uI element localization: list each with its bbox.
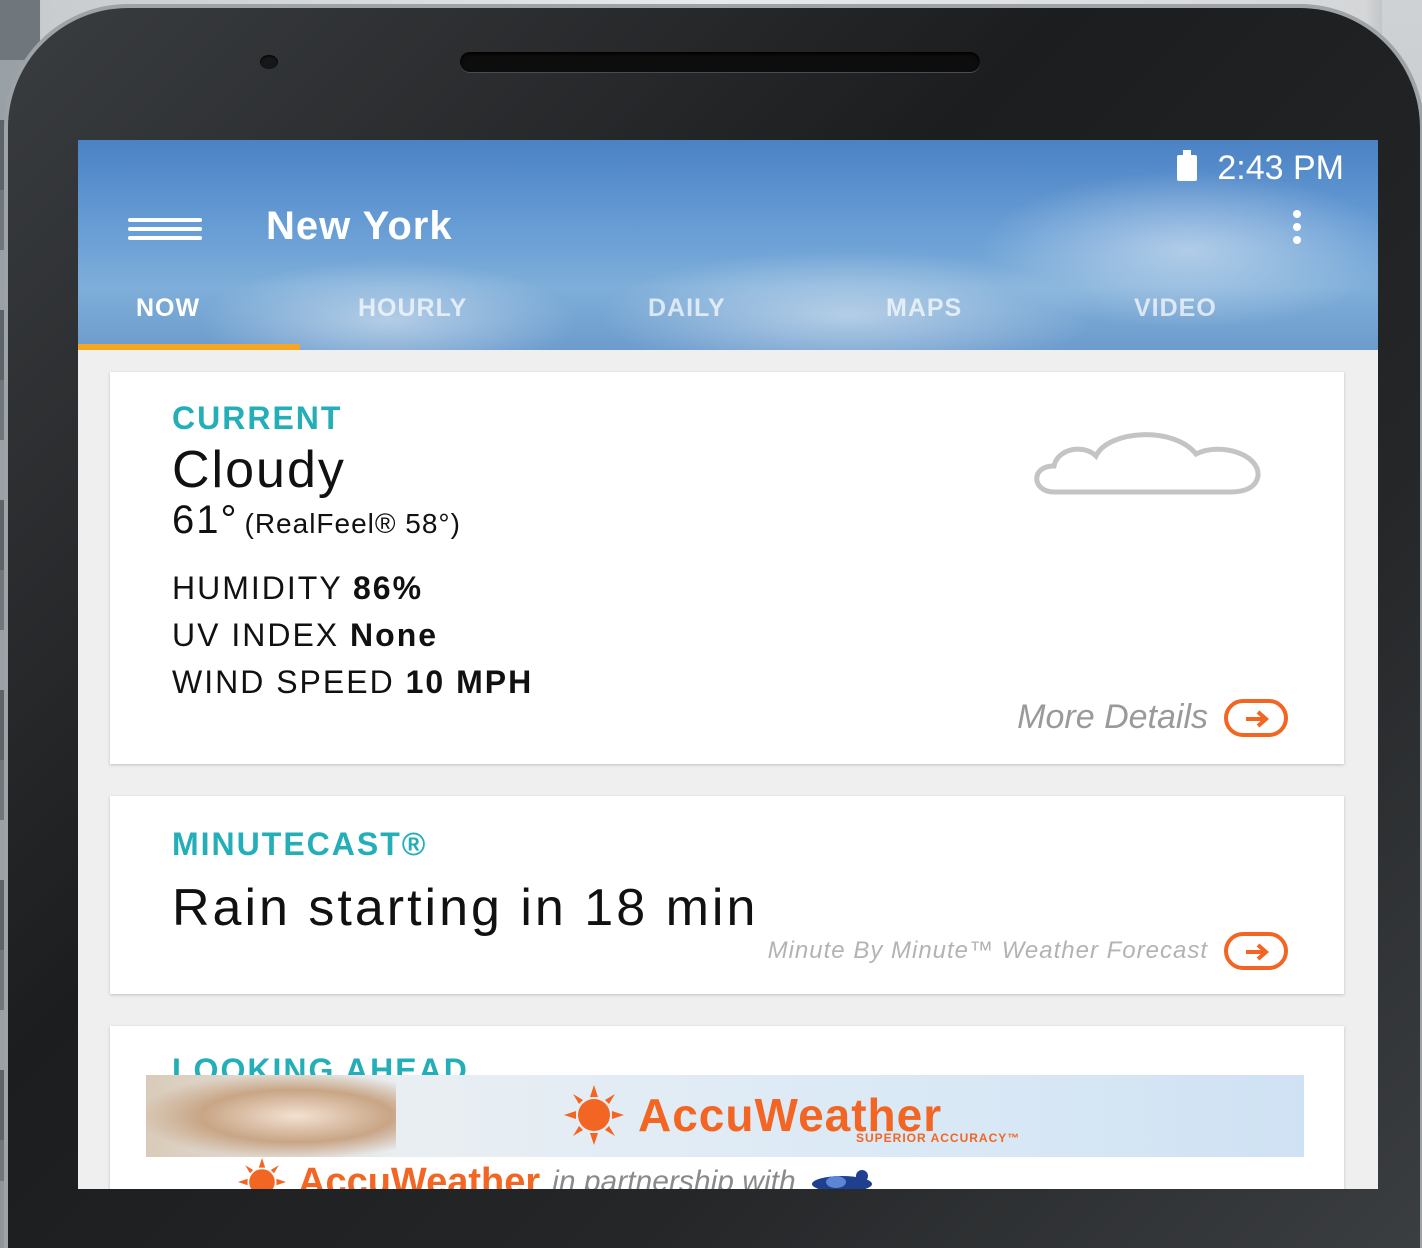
- sun-icon: [238, 1158, 286, 1189]
- realfeel-value: (RealFeel® 58°): [244, 508, 461, 539]
- uv-index-value: None: [350, 617, 439, 653]
- more-details-link[interactable]: More Details: [1017, 698, 1288, 737]
- sun-icon: [564, 1085, 624, 1145]
- uv-index-row: UV INDEX None: [172, 617, 438, 654]
- tab-now[interactable]: NOW: [136, 294, 200, 323]
- app-screen: 2:43 PM New York NOW HOURLY DAILY MAPS V…: [78, 140, 1378, 1189]
- wind-speed-row: WIND SPEED 10 MPH: [172, 664, 533, 701]
- ad-banner[interactable]: AccuWeather SUPERIOR ACCURACY™: [146, 1075, 1304, 1157]
- minutecast-forecast-link[interactable]: Minute By Minute™ Weather Forecast: [768, 932, 1288, 970]
- humidity-label: HUMIDITY: [172, 570, 343, 606]
- temperature-row: 61° (RealFeel® 58°): [172, 498, 461, 543]
- tab-maps[interactable]: MAPS: [886, 294, 962, 323]
- uv-index-label: UV INDEX: [172, 617, 340, 653]
- phone-frame: 2:43 PM New York NOW HOURLY DAILY MAPS V…: [8, 8, 1420, 1248]
- ad-tagline: SUPERIOR ACCURACY™: [856, 1131, 1021, 1145]
- wind-speed-value: 10 MPH: [405, 664, 534, 700]
- earpiece-speaker: [460, 52, 980, 72]
- ad-photo: [146, 1075, 396, 1157]
- minutecast-link-label: Minute By Minute™ Weather Forecast: [767, 937, 1208, 964]
- tab-hourly[interactable]: HOURLY: [358, 294, 467, 323]
- humidity-value: 86%: [352, 570, 424, 606]
- overflow-menu-icon[interactable]: [1290, 210, 1304, 246]
- minutecast-label: MINUTECAST®: [172, 826, 428, 862]
- partnership-strip: AccuWeather in partnership with: [238, 1158, 878, 1189]
- arrow-right-circle-icon: [1224, 698, 1288, 737]
- wind-speed-label: WIND SPEED: [172, 664, 395, 700]
- tab-bar: NOW HOURLY DAILY MAPS VIDEO: [78, 280, 1378, 350]
- active-tab-indicator: [78, 344, 300, 350]
- cloud-icon: [1024, 428, 1264, 503]
- partner-brand: AccuWeather: [298, 1160, 541, 1190]
- status-bar: 2:43 PM: [1177, 148, 1344, 188]
- tab-daily[interactable]: DAILY: [648, 294, 726, 323]
- city-title: New York: [266, 204, 453, 248]
- current-label: CURRENT: [172, 400, 343, 436]
- temperature-value: 61°: [172, 498, 239, 542]
- humidity-row: HUMIDITY 86%: [172, 570, 423, 607]
- current-conditions-card[interactable]: CURRENT Cloudy 61° (RealFeel® 58°) HUMIDI…: [110, 372, 1344, 764]
- partner-text: in partnership with: [552, 1165, 796, 1189]
- app-header: 2:43 PM New York NOW HOURLY DAILY MAPS V…: [78, 140, 1378, 350]
- minutecast-card[interactable]: MINUTECAST® Rain starting in 18 min Minu…: [110, 796, 1344, 994]
- hamburger-menu-icon[interactable]: [128, 218, 202, 240]
- status-time: 2:43 PM: [1217, 148, 1344, 187]
- battery-icon: [1177, 150, 1198, 181]
- partner-logo-icon: [811, 1170, 872, 1189]
- condition-text: Cloudy: [172, 441, 346, 499]
- minutecast-text: Rain starting in 18 min: [172, 879, 759, 937]
- front-camera: [260, 55, 278, 69]
- more-details-label: More Details: [1017, 698, 1208, 736]
- arrow-right-circle-icon: [1224, 932, 1288, 970]
- tab-video[interactable]: VIDEO: [1134, 294, 1217, 323]
